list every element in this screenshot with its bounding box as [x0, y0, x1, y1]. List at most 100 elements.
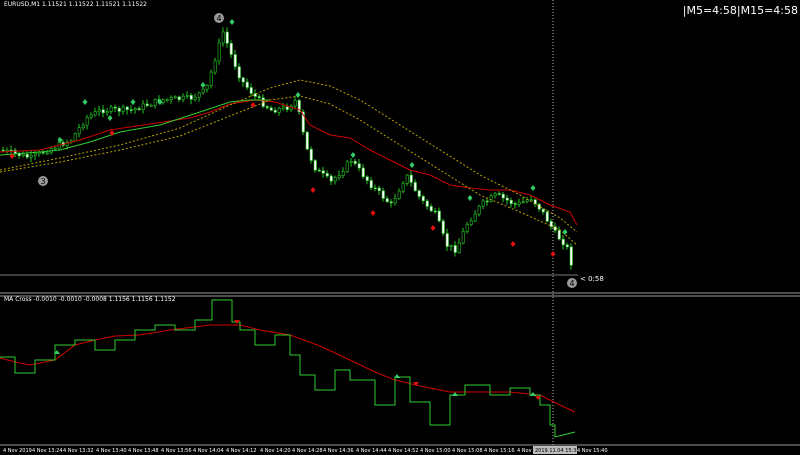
- candle-body: [313, 160, 317, 171]
- candle-body: [453, 245, 457, 253]
- candle-body: [569, 246, 573, 266]
- time-axis-label: 4 Nov 15:40: [577, 448, 608, 454]
- candle-body: [409, 174, 413, 183]
- candle-body: [29, 155, 33, 158]
- candle-body: [373, 187, 377, 190]
- time-axis-label: 4 Nov 13:24: [32, 448, 63, 454]
- candle-body: [509, 200, 513, 204]
- candle-body: [393, 198, 397, 204]
- candle-body: [101, 109, 105, 114]
- candle-body: [473, 213, 477, 222]
- candle-body: [189, 95, 193, 100]
- candle-body: [481, 200, 485, 207]
- candle-body: [537, 203, 541, 210]
- candle-body: [489, 195, 493, 202]
- candle-body: [405, 174, 409, 184]
- candle-body: [129, 109, 133, 111]
- candle-body: [417, 190, 421, 197]
- candle-body: [133, 108, 137, 111]
- candle-body: [281, 106, 285, 109]
- candle-body: [433, 210, 437, 213]
- candle-body: [25, 154, 29, 158]
- candle-body: [205, 85, 209, 90]
- time-axis-label: 4 Nov 13:32: [63, 448, 94, 454]
- candle-body: [161, 99, 165, 103]
- candle-body: [85, 117, 89, 126]
- candle-body: [53, 147, 57, 150]
- candle-body: [193, 96, 197, 100]
- candle-body: [513, 203, 517, 205]
- candle-body: [437, 210, 441, 222]
- candle-body: [81, 124, 85, 128]
- candle-body: [349, 161, 353, 163]
- candle-body: [113, 106, 117, 109]
- candle-body: [213, 60, 217, 73]
- candle-body: [325, 173, 329, 177]
- candle-body: [257, 96, 261, 99]
- candle-body: [173, 96, 177, 99]
- candle-body: [237, 66, 241, 79]
- candle-body: [505, 197, 509, 201]
- candle-body: [541, 208, 545, 213]
- candle-body: [105, 111, 109, 114]
- candle-body: [221, 31, 225, 44]
- indicator-info-label: MA Cross -0.0010 -0.0010 -0.0008 1.1156 …: [4, 296, 176, 303]
- candle-body: [501, 193, 505, 199]
- candle-body: [477, 205, 481, 215]
- candle-body: [217, 42, 221, 62]
- time-axis-label: 4 Nov 13:56: [161, 448, 192, 454]
- candle-body: [441, 220, 445, 234]
- candle-body: [369, 180, 373, 189]
- time-axis-label: 4 Nov 14:28: [292, 448, 323, 454]
- candle-body: [109, 106, 113, 112]
- candle-body: [197, 92, 201, 98]
- candle-body: [545, 211, 549, 222]
- candle-body: [469, 220, 473, 225]
- time-axis-label: 4 Nov 15:16: [484, 448, 515, 454]
- candle-body: [93, 111, 97, 116]
- candle-body: [269, 107, 273, 111]
- candle-body: [265, 106, 269, 109]
- candle-body: [321, 170, 325, 174]
- candle-body: [561, 238, 565, 246]
- candle-body: [465, 224, 469, 232]
- candle-body: [485, 200, 489, 203]
- candle-body: [397, 190, 401, 199]
- symbol-info-label: EURUSD,M1 1.11521 1.11522 1.11521 1.1152…: [4, 1, 147, 8]
- time-axis-label: 4 Nov 14:44: [356, 448, 387, 454]
- time-axis-label: 4 Nov 14:52: [388, 448, 419, 454]
- candle-body: [177, 96, 181, 100]
- candle-body: [149, 105, 153, 107]
- candle-body: [153, 99, 157, 106]
- candle-body: [449, 245, 453, 247]
- candle-body: [5, 149, 9, 152]
- time-axis-label: 4 Nov 14:20: [260, 448, 291, 454]
- candle-body: [169, 97, 173, 100]
- candle-body: [413, 182, 417, 191]
- time-axis-label: 4 Nov 13:40: [96, 448, 127, 454]
- candle-body: [421, 196, 425, 202]
- candle-body: [333, 177, 337, 182]
- candle-body: [125, 106, 129, 110]
- trading-chart[interactable]: 4 Nov 2019 4 Nov 13:24 4 Nov 13:32 4 Nov 13…: [0, 0, 800, 455]
- candle-body: [285, 106, 289, 110]
- wave-label-text: 3: [40, 177, 45, 186]
- candle-body: [557, 230, 561, 240]
- time-axis-label: 4 Nov 15:08: [452, 448, 483, 454]
- candle-body: [261, 97, 265, 107]
- candle-body: [365, 176, 369, 181]
- candle-body: [293, 100, 297, 107]
- candle-body: [461, 231, 465, 244]
- candle-body: [389, 201, 393, 204]
- candle-body: [337, 175, 341, 178]
- candle-body: [457, 242, 461, 253]
- candle-body: [209, 71, 213, 86]
- candle-body: [145, 103, 149, 106]
- candle-body: [377, 187, 381, 192]
- time-axis-label: 4 Nov 13:48: [128, 448, 159, 454]
- price-tag: < 0:58: [580, 275, 604, 283]
- candle-body: [517, 201, 521, 205]
- candle-body: [121, 106, 125, 112]
- candle-body: [245, 81, 249, 88]
- candle-body: [305, 131, 309, 150]
